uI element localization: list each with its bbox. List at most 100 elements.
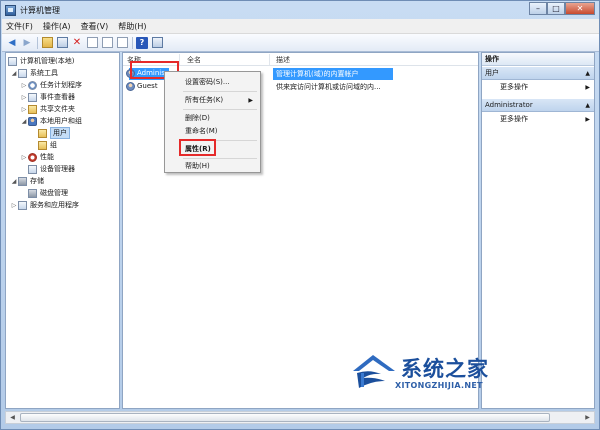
clock-icon <box>28 80 37 90</box>
folder-icon <box>38 140 47 150</box>
menu-item-all-tasks[interactable]: 所有任务(K) ▶ <box>165 94 260 106</box>
users-icon <box>28 116 37 126</box>
expand-arrow-icon[interactable]: ▷ <box>20 82 28 89</box>
toolbar-separator <box>37 36 38 49</box>
window-title: 计算机管理 <box>20 5 60 15</box>
collapse-arrow-icon[interactable]: ◢ <box>10 178 18 185</box>
horizontal-scrollbar[interactable]: ◀ ▶ <box>5 411 595 424</box>
minimize-button[interactable]: – <box>529 2 547 15</box>
event-viewer-icon <box>28 92 37 102</box>
submenu-arrow-icon: ▶ <box>248 96 253 104</box>
tree-item-label: 共享文件夹 <box>40 105 75 113</box>
column-divider[interactable] <box>179 54 180 65</box>
forward-arrow-icon[interactable]: ▶ <box>21 37 33 49</box>
scroll-left-arrow-icon[interactable]: ◀ <box>6 412 19 423</box>
action-more-actions[interactable]: 更多操作 ▶ <box>482 113 594 125</box>
tree-item-disk-management[interactable]: 磁盘管理 <box>28 187 68 199</box>
tree-item-label: 服务和应用程序 <box>30 201 79 209</box>
menu-item-delete[interactable]: 删除(D) <box>165 112 260 124</box>
refresh-icon[interactable] <box>101 37 113 49</box>
submenu-arrow-icon: ▶ <box>585 115 590 123</box>
collapse-arrow-icon[interactable]: ▲ <box>585 70 590 77</box>
menu-separator <box>183 91 257 92</box>
tree-item-label: 事件查看器 <box>40 93 75 101</box>
tree-item-performance[interactable]: ▷ 性能 <box>20 151 54 163</box>
action-pane-header: 操作 <box>482 53 594 66</box>
tree-item-device-manager[interactable]: 设备管理器 <box>28 163 75 175</box>
properties-icon[interactable] <box>86 37 98 49</box>
delete-icon[interactable]: ✕ <box>71 37 83 49</box>
collapse-arrow-icon[interactable]: ◢ <box>20 118 28 125</box>
menu-help[interactable]: 帮助(H) <box>118 21 146 32</box>
scroll-thumb[interactable] <box>20 413 550 422</box>
tree-item-label: 性能 <box>40 153 54 161</box>
maximize-button[interactable]: □ <box>547 2 565 15</box>
tree-item-label: 组 <box>50 141 57 149</box>
computer-management-icon <box>5 4 16 16</box>
back-arrow-icon[interactable]: ◀ <box>6 37 18 49</box>
tree-item-users[interactable]: 用户 <box>38 127 70 139</box>
navigation-tree: 计算机管理(本地) ◢ 系统工具 ▷ 任务计划程序 ▷ 事件查看器 ▷ 共享文件… <box>5 52 120 409</box>
expand-arrow-icon[interactable]: ▷ <box>20 154 28 161</box>
context-menu: 设置密码(S)... 所有任务(K) ▶ 删除(D) 重命名(M) 属性(R) … <box>164 71 261 173</box>
menu-view[interactable]: 查看(V) <box>81 21 109 32</box>
tree-item-event-viewer[interactable]: ▷ 事件查看器 <box>20 91 75 103</box>
submenu-arrow-icon: ▶ <box>585 83 590 91</box>
scroll-right-arrow-icon[interactable]: ▶ <box>581 412 594 423</box>
storage-icon <box>18 176 27 186</box>
section-label: 用户 <box>485 69 499 77</box>
tools-icon <box>18 68 27 78</box>
show-hide-action-pane-icon[interactable] <box>151 37 163 49</box>
menu-file[interactable]: 文件(F) <box>6 21 33 32</box>
disk-icon <box>28 188 37 198</box>
show-hide-tree-icon[interactable] <box>56 37 68 49</box>
expand-arrow-icon[interactable]: ▷ <box>20 106 28 113</box>
help-icon[interactable]: ? <box>136 36 148 49</box>
action-section-administrator[interactable]: Administrator ▲ <box>482 99 594 112</box>
menu-item-help[interactable]: 帮助(H) <box>165 160 260 172</box>
tree-item-root[interactable]: 计算机管理(本地) <box>8 55 74 67</box>
tree-item-system-tools[interactable]: ◢ 系统工具 <box>10 67 58 79</box>
column-header-description[interactable]: 描述 <box>276 55 290 65</box>
computer-icon <box>8 56 17 66</box>
device-manager-icon <box>28 164 37 174</box>
tree-item-services-apps[interactable]: ▷ 服务和应用程序 <box>10 199 79 211</box>
tree-item-storage[interactable]: ◢ 存储 <box>10 175 44 187</box>
tree-item-label: 设备管理器 <box>40 165 75 173</box>
up-folder-icon[interactable] <box>41 37 53 49</box>
tree-item-label: 任务计划程序 <box>40 81 82 89</box>
watermark-logo-icon <box>353 355 395 388</box>
menu-item-set-password[interactable]: 设置密码(S)... <box>165 76 260 88</box>
collapse-arrow-icon[interactable]: ▲ <box>585 102 590 109</box>
menu-item-rename[interactable]: 重命名(M) <box>165 125 260 137</box>
column-divider[interactable] <box>269 54 270 65</box>
collapse-arrow-icon[interactable]: ◢ <box>10 70 18 77</box>
column-header-fullname[interactable]: 全名 <box>187 55 201 65</box>
action-more-actions[interactable]: 更多操作 ▶ <box>482 81 594 93</box>
menu-separator <box>183 158 257 159</box>
expand-arrow-icon[interactable]: ▷ <box>10 202 18 209</box>
tree-item-label: 系统工具 <box>30 69 58 77</box>
tree-item-label: 用户 <box>50 127 70 139</box>
menu-action[interactable]: 操作(A) <box>43 21 71 32</box>
computer-management-window: 计算机管理 – □ ✕ 文件(F) 操作(A) 查看(V) 帮助(H) ◀ ▶ … <box>0 0 600 430</box>
tree-item-label: 本地用户和组 <box>40 117 82 125</box>
cell-description: 供来宾访问计算机或访问域的内... <box>276 83 381 91</box>
window-controls: – □ ✕ <box>529 2 595 15</box>
action-section-users[interactable]: 用户 ▲ <box>482 67 594 80</box>
menu-item-label: 所有任务(K) <box>185 96 224 104</box>
performance-icon <box>28 152 37 162</box>
close-button[interactable]: ✕ <box>565 2 595 15</box>
tree-item-groups[interactable]: 组 <box>38 139 57 151</box>
cell-description: 管理计算机(域)的内置帐户 <box>276 70 359 78</box>
shared-folder-icon <box>28 104 37 114</box>
title-bar[interactable]: 计算机管理 – □ ✕ <box>1 1 599 19</box>
tree-item-shared-folders[interactable]: ▷ 共享文件夹 <box>20 103 75 115</box>
toolbar: ◀ ▶ ✕ ? <box>2 34 599 52</box>
user-icon <box>126 82 135 91</box>
tree-item-local-users-groups[interactable]: ◢ 本地用户和组 <box>20 115 82 127</box>
export-list-icon[interactable] <box>116 37 128 49</box>
tree-item-task-scheduler[interactable]: ▷ 任务计划程序 <box>20 79 82 91</box>
watermark-url: XITONGZHIJIA.NET <box>395 381 483 390</box>
expand-arrow-icon[interactable]: ▷ <box>20 94 28 101</box>
